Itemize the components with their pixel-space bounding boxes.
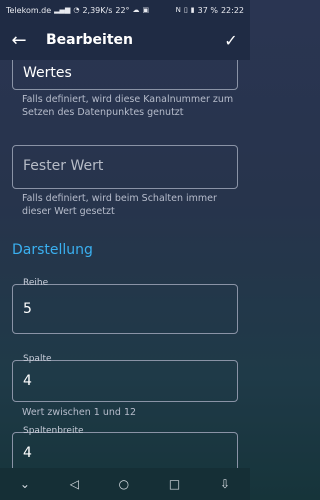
temperature: 22° (115, 5, 130, 15)
arrow-left-icon: ← (11, 29, 27, 51)
vibrate-icon: ▯ (183, 6, 188, 14)
home-circle-icon[interactable]: ○ (119, 477, 129, 491)
download-tray-icon[interactable]: ⇩ (220, 477, 230, 491)
signal-icon: ▂▄▆ (54, 6, 71, 14)
save-button[interactable]: ✓ (212, 31, 250, 50)
column-field-value: 4 (23, 373, 32, 389)
battery-percent: 37 % (197, 5, 218, 15)
row-field-value: 5 (23, 301, 32, 317)
channel-value-field-text: Wertes (23, 65, 72, 81)
column-width-field-label: Spaltenbreite (23, 426, 84, 436)
chevron-down-icon[interactable]: ⌄ (20, 477, 30, 491)
section-heading-display: Darstellung (12, 242, 93, 258)
column-width-field[interactable]: Spaltenbreite 4 (12, 426, 238, 468)
row-field[interactable]: Reihe 5 (12, 278, 238, 334)
column-field[interactable]: Spalte 4 (12, 354, 238, 402)
channel-value-field[interactable]: Wertes (12, 60, 238, 90)
back-button[interactable]: ← (0, 30, 38, 51)
fixed-value-field[interactable]: Fester Wert (12, 145, 238, 189)
check-icon: ✓ (224, 30, 238, 50)
recents-square-icon[interactable]: □ (169, 477, 180, 491)
status-bar: Telekom.de ▂▄▆ ◔ 2,39K/s 22° ☁ ▣ N ▯ ▮ 3… (0, 0, 250, 20)
wifi-icon: ◔ (73, 6, 80, 14)
form-scroll-area[interactable]: Wertes Falls definiert, wird diese Kanal… (0, 60, 250, 468)
fixed-value-help: Falls definiert, wird beim Schalten imme… (22, 193, 217, 217)
column-help: Wert zwischen 1 und 12 (22, 407, 137, 418)
row-field-label: Reihe (23, 278, 49, 288)
channel-value-help: Falls definiert, wird diese Kanalnummer … (22, 94, 234, 118)
back-triangle-icon[interactable]: ◁ (70, 477, 79, 491)
notification-icon: ▣ (142, 6, 150, 14)
page-title: Bearbeiten (46, 32, 133, 48)
nfc-icon: N (175, 6, 181, 14)
net-speed: 2,39K/s (82, 5, 113, 15)
app-bar: ← Bearbeiten ✓ (0, 20, 250, 60)
fixed-value-placeholder: Fester Wert (23, 158, 104, 174)
column-field-label: Spalte (23, 354, 52, 364)
cloud-icon: ☁ (132, 6, 140, 14)
battery-icon: ▮ (190, 6, 195, 14)
carrier-label: Telekom.de (6, 5, 52, 15)
column-width-field-value: 4 (23, 445, 32, 461)
system-nav-bar: ⌄ ◁ ○ □ ⇩ (0, 468, 250, 500)
clock: 22:22 (220, 5, 244, 15)
